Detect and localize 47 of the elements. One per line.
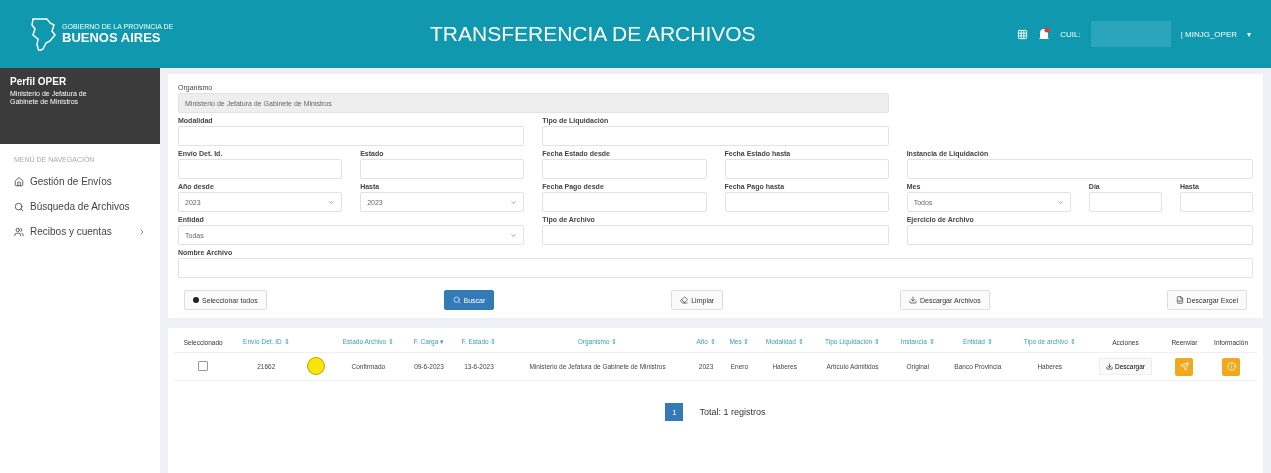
input-field[interactable] xyxy=(178,126,525,146)
nav-item[interactable]: Búsqueda de Archivos xyxy=(0,194,160,219)
user-label: CUIL: xyxy=(1060,29,1081,39)
input-field[interactable] xyxy=(906,225,1253,245)
input-field[interactable] xyxy=(1088,192,1162,212)
caret-icon[interactable]: ▾ xyxy=(1247,29,1251,39)
page-button[interactable]: 1 xyxy=(665,403,684,421)
download-icon xyxy=(909,296,918,304)
users-icon xyxy=(14,226,24,237)
input-field[interactable] xyxy=(542,192,707,212)
spreadsheet-icon xyxy=(1175,296,1184,304)
input-field[interactable] xyxy=(724,192,889,212)
province-map-icon xyxy=(30,17,56,51)
logo-title: BUENOS AIRES xyxy=(62,30,162,45)
nav-item[interactable]: Gestión de Envíos xyxy=(0,169,160,194)
search-icon xyxy=(452,296,461,304)
eraser-icon xyxy=(680,296,689,304)
home-icon xyxy=(14,176,24,187)
input-field[interactable] xyxy=(542,225,889,245)
input-field[interactable] xyxy=(542,159,707,179)
chevron-icon xyxy=(138,227,146,236)
page-title: TRANSFERENCIA DE ARCHIVOS xyxy=(430,22,757,46)
caret-icon xyxy=(510,231,518,239)
input-field[interactable] xyxy=(542,126,889,146)
resend-button[interactable] xyxy=(1175,357,1194,376)
download-icon xyxy=(1106,363,1113,370)
user-role[interactable]: | MINJG_OPER xyxy=(1180,29,1237,39)
info-button[interactable] xyxy=(1222,357,1241,376)
nav-item[interactable]: Recibos y cuentas xyxy=(0,219,160,244)
info-icon xyxy=(1226,362,1236,371)
send-icon xyxy=(1179,362,1189,371)
notification-bell-icon[interactable] xyxy=(1038,27,1051,41)
input-field[interactable] xyxy=(178,159,343,179)
input-field[interactable] xyxy=(178,258,1253,278)
input-field[interactable] xyxy=(1179,192,1253,212)
profile-name: Perfil OPER xyxy=(10,76,68,87)
total-records: Total: 1 registros xyxy=(699,407,766,417)
search-icon xyxy=(14,201,24,212)
apps-grid-icon[interactable] xyxy=(1017,28,1029,40)
dot-icon xyxy=(193,297,199,303)
caret-icon xyxy=(510,198,518,206)
input-field[interactable] xyxy=(360,159,525,179)
caret-icon xyxy=(1056,198,1064,206)
input-field[interactable] xyxy=(724,159,889,179)
caret-icon xyxy=(328,198,336,206)
row-checkbox[interactable] xyxy=(198,361,209,371)
input-field[interactable] xyxy=(906,159,1253,179)
